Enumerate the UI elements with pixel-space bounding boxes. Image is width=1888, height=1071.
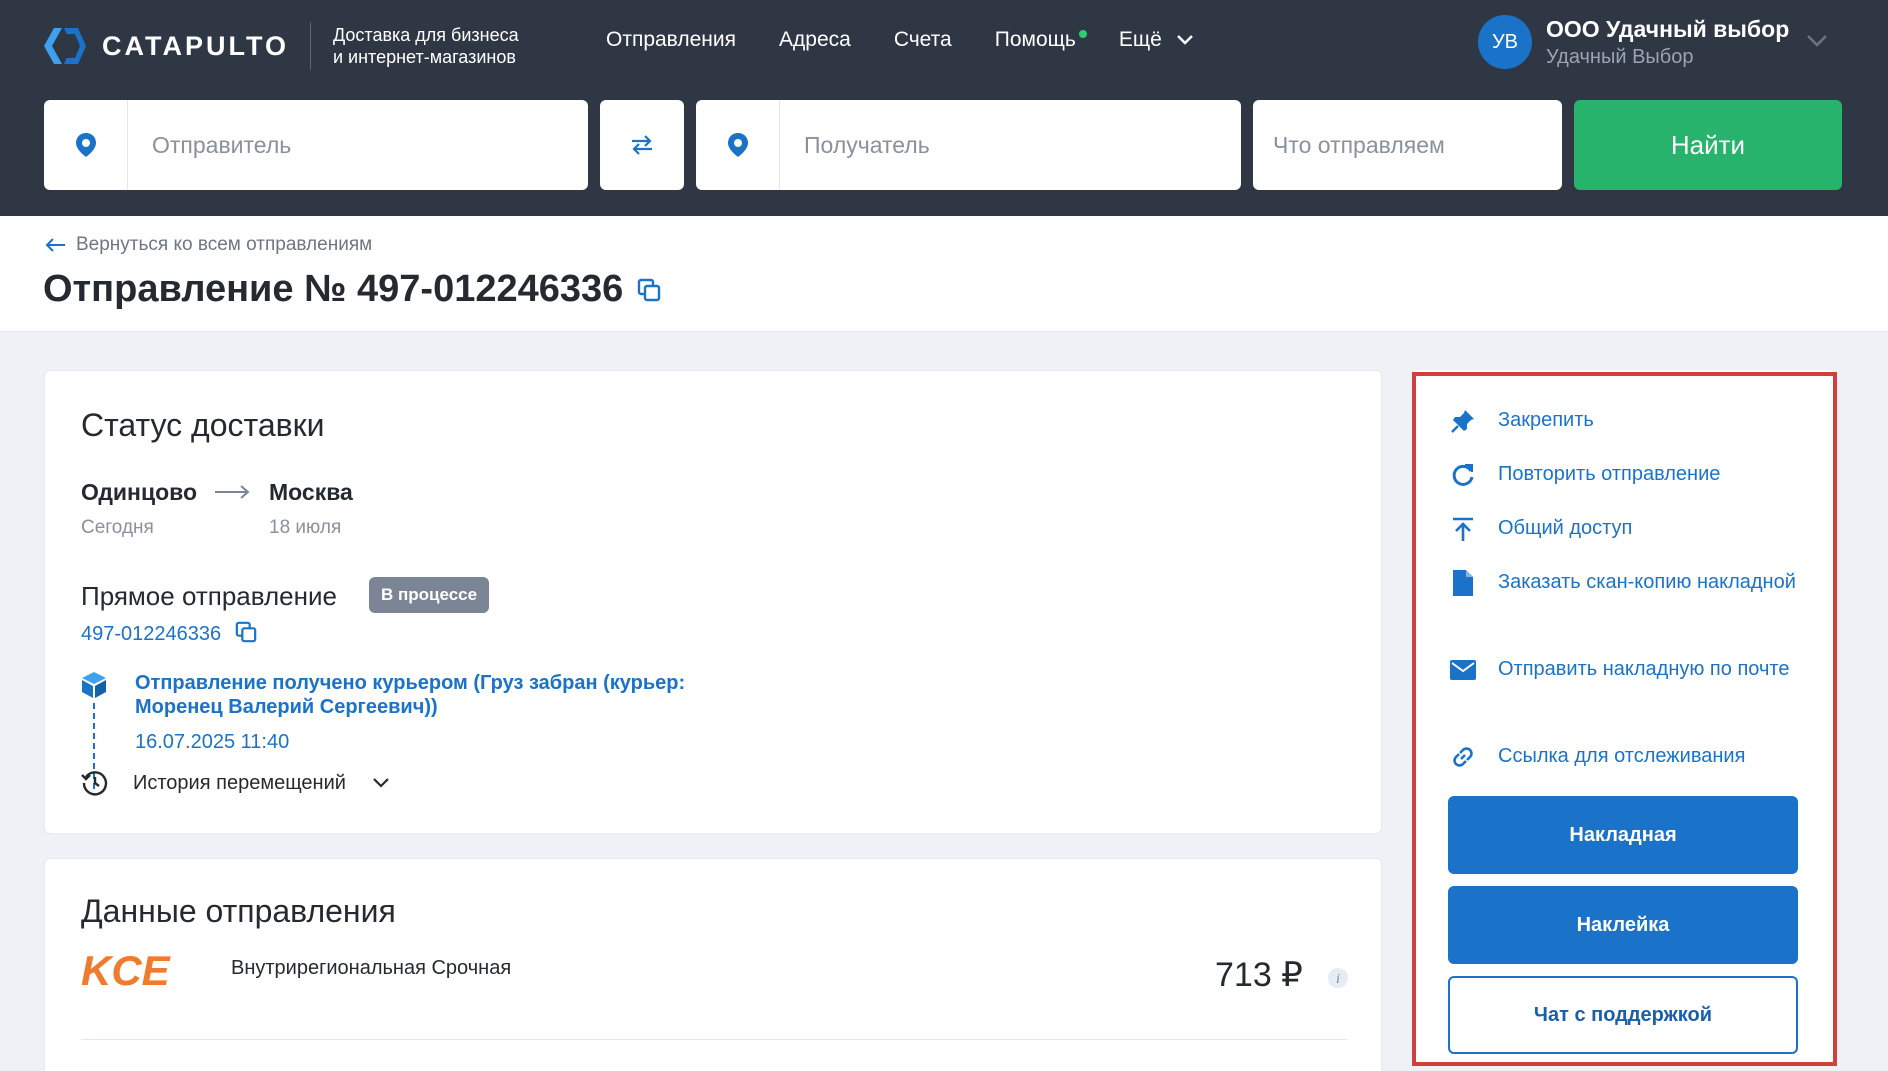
brand-name: CATAPULTO [102,30,289,61]
chevron-down-icon [1176,35,1193,45]
from-date: Сегодня [81,517,154,538]
notification-dot [1078,30,1087,38]
account-menu[interactable]: УВ ООО Удачный выбор Удачный Выбор [1478,14,1789,70]
sender-input[interactable] [128,100,568,190]
shipment-data-card: Данные отправления KCE Внутрирегиональна… [44,858,1382,1071]
location-pin-icon [75,133,96,157]
main-nav: Отправления Адреса Счета Помощь Ещё [606,28,1237,52]
catapulto-logo-icon [44,28,86,64]
action-order-scan[interactable]: Заказать скан-копию накладной [1448,566,1798,599]
action-share-label: Общий доступ [1498,517,1633,539]
service-name: Внутрирегиональная Срочная [231,957,512,979]
back-link[interactable]: Вернуться ко всем отправлениям [44,234,372,256]
to-city: Москва [269,479,353,505]
nav-item-more[interactable]: Ещё [1119,28,1194,52]
recipient-field[interactable] [696,100,1241,190]
to-date: 18 июля [269,517,342,538]
route-arrow-icon [215,485,250,499]
swap-button[interactable] [600,100,684,190]
action-tracking-link[interactable]: Ссылка для отслеживания [1448,740,1798,773]
document-icon [1453,569,1473,596]
title-area: Вернуться ко всем отправлениям Отправлен… [0,216,1888,332]
delivery-status-card: Статус доставки Одинцово Москва Сегодня … [44,370,1382,834]
svg-text:i: i [1336,972,1340,987]
support-chat-button[interactable]: Чат с поддержкой [1448,976,1798,1054]
nav-item-help[interactable]: Помощь [994,28,1087,52]
history-label: История перемещений [133,771,346,794]
page-title-text: Отправление № 497-012246336 [43,268,624,310]
actions-panel: Закрепить Повторить отправление Общий до… [1414,370,1834,1062]
arrow-left-icon [45,238,65,252]
nav-item-addresses[interactable]: Адреса [779,28,851,52]
action-email-waybill[interactable]: Отправить накладную по почте [1448,653,1798,686]
chevron-down-icon [373,778,389,788]
find-button[interactable]: Найти [1574,100,1842,190]
recipient-input[interactable] [780,100,1220,190]
page-title: Отправление № 497-012246336 [43,268,661,311]
swap-arrows-icon [632,135,652,155]
share-upload-icon [1453,517,1473,541]
status-badge: В процессе [369,577,490,613]
account-subtitle: Удачный Выбор [1546,46,1694,68]
tagline-line-1: Доставка для бизнеса [333,25,519,45]
tagline-line-2: и интернет-магазинов [333,47,516,67]
action-tracking-label: Ссылка для отслеживания [1498,745,1746,767]
carrier-logo-text: KCE [81,951,172,989]
location-pin-icon [727,133,748,157]
top-header: CATAPULTO Доставка для бизнеса и интерне… [0,0,1888,216]
divider [81,1039,1347,1040]
nav-item-more-label: Ещё [1118,28,1162,51]
recipient-pin-box [696,100,780,190]
action-repeat-shipment[interactable]: Повторить отправление [1448,458,1798,491]
tracking-number[interactable]: 497-012246336 [81,621,257,646]
carrier-logo-kce: KCE [81,951,172,989]
copy-icon[interactable] [235,621,257,643]
account-chevron-down-icon[interactable] [1806,34,1828,48]
tagline: Доставка для бизнеса и интернет-магазино… [333,24,519,68]
nav-item-help-label: Помощь [994,28,1076,51]
back-link-label: Вернуться ко всем отправлениям [76,234,373,255]
action-pin[interactable]: Закрепить [1448,404,1798,437]
link-icon [1453,746,1473,767]
sender-pin-box [44,100,128,190]
waybill-button[interactable]: Накладная [1448,796,1798,874]
action-email-label: Отправить накладную по почте [1498,658,1790,680]
price: 713 ₽ [1215,956,1303,994]
action-repeat-label: Повторить отправление [1498,463,1721,485]
event-time: 16.07.2025 11:40 [135,731,290,753]
copy-icon[interactable] [637,278,661,302]
action-pin-label: Закрепить [1498,409,1594,431]
mail-icon [1450,659,1476,680]
info-icon[interactable]: i [1327,967,1349,989]
nav-item-invoices[interactable]: Счета [894,28,952,52]
refresh-icon [1452,463,1474,486]
sticker-button[interactable]: Наклейка [1448,886,1798,964]
status-card-title: Статус доставки [81,407,325,443]
from-city: Одинцово [81,479,198,505]
nav-item-shipments[interactable]: Отправления [606,28,736,52]
header-divider [310,22,311,70]
tracking-number-text: 497-012246336 [81,623,222,645]
sender-field[interactable] [44,100,588,190]
parcel-box-icon [82,672,106,698]
cargo-field[interactable] [1253,100,1562,190]
avatar: УВ [1478,15,1532,69]
direct-shipment-title: Прямое отправление [81,581,337,611]
account-name: ООО Удачный выбор [1546,16,1790,42]
cargo-input[interactable] [1253,100,1553,190]
action-share[interactable]: Общий доступ [1448,512,1798,545]
history-toggle[interactable]: История перемещений [81,769,390,797]
event-description[interactable]: Отправление получено курьером (Груз забр… [135,671,735,719]
action-order-scan-label: Заказать скан-копию накладной [1498,571,1796,593]
history-clock-icon [81,771,108,796]
pin-icon [1451,409,1474,433]
data-card-title: Данные отправления [81,893,396,929]
catapulto-logo[interactable]: CATAPULTO [42,24,289,68]
